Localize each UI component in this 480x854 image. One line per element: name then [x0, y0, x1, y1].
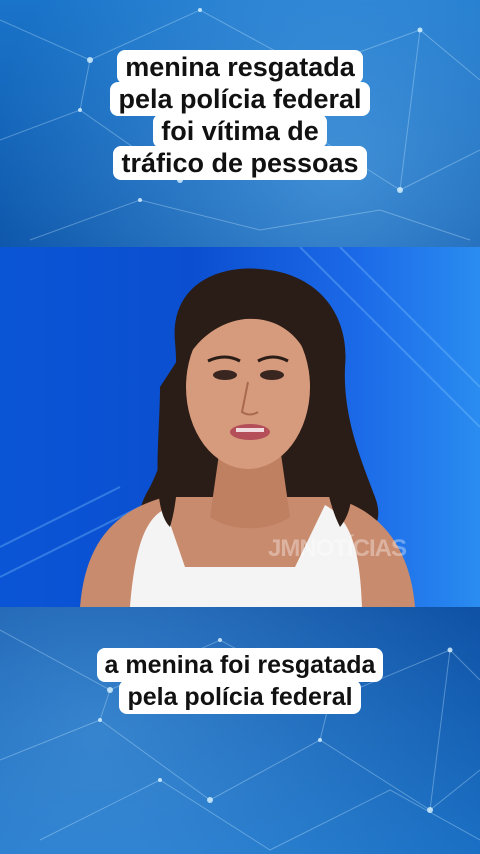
video-frame[interactable]: JMNOTÍCIAS [0, 247, 480, 607]
bottom-caption: a menina foi resgatada pela polícia fede… [0, 648, 480, 714]
top-caption-line: foi vítima de [153, 114, 327, 148]
top-caption-line: pela polícia federal [110, 82, 370, 116]
news-anchor-image [0, 247, 480, 607]
video-watermark: JMNOTÍCIAS [268, 535, 407, 562]
top-caption: menina resgatada pela polícia federal fo… [0, 50, 480, 180]
top-caption-line: menina resgatada [117, 50, 363, 84]
bottom-caption-line: a menina foi resgatada [96, 648, 384, 682]
top-caption-line: tráfico de pessoas [113, 146, 367, 180]
bottom-caption-line: pela polícia federal [119, 680, 361, 714]
